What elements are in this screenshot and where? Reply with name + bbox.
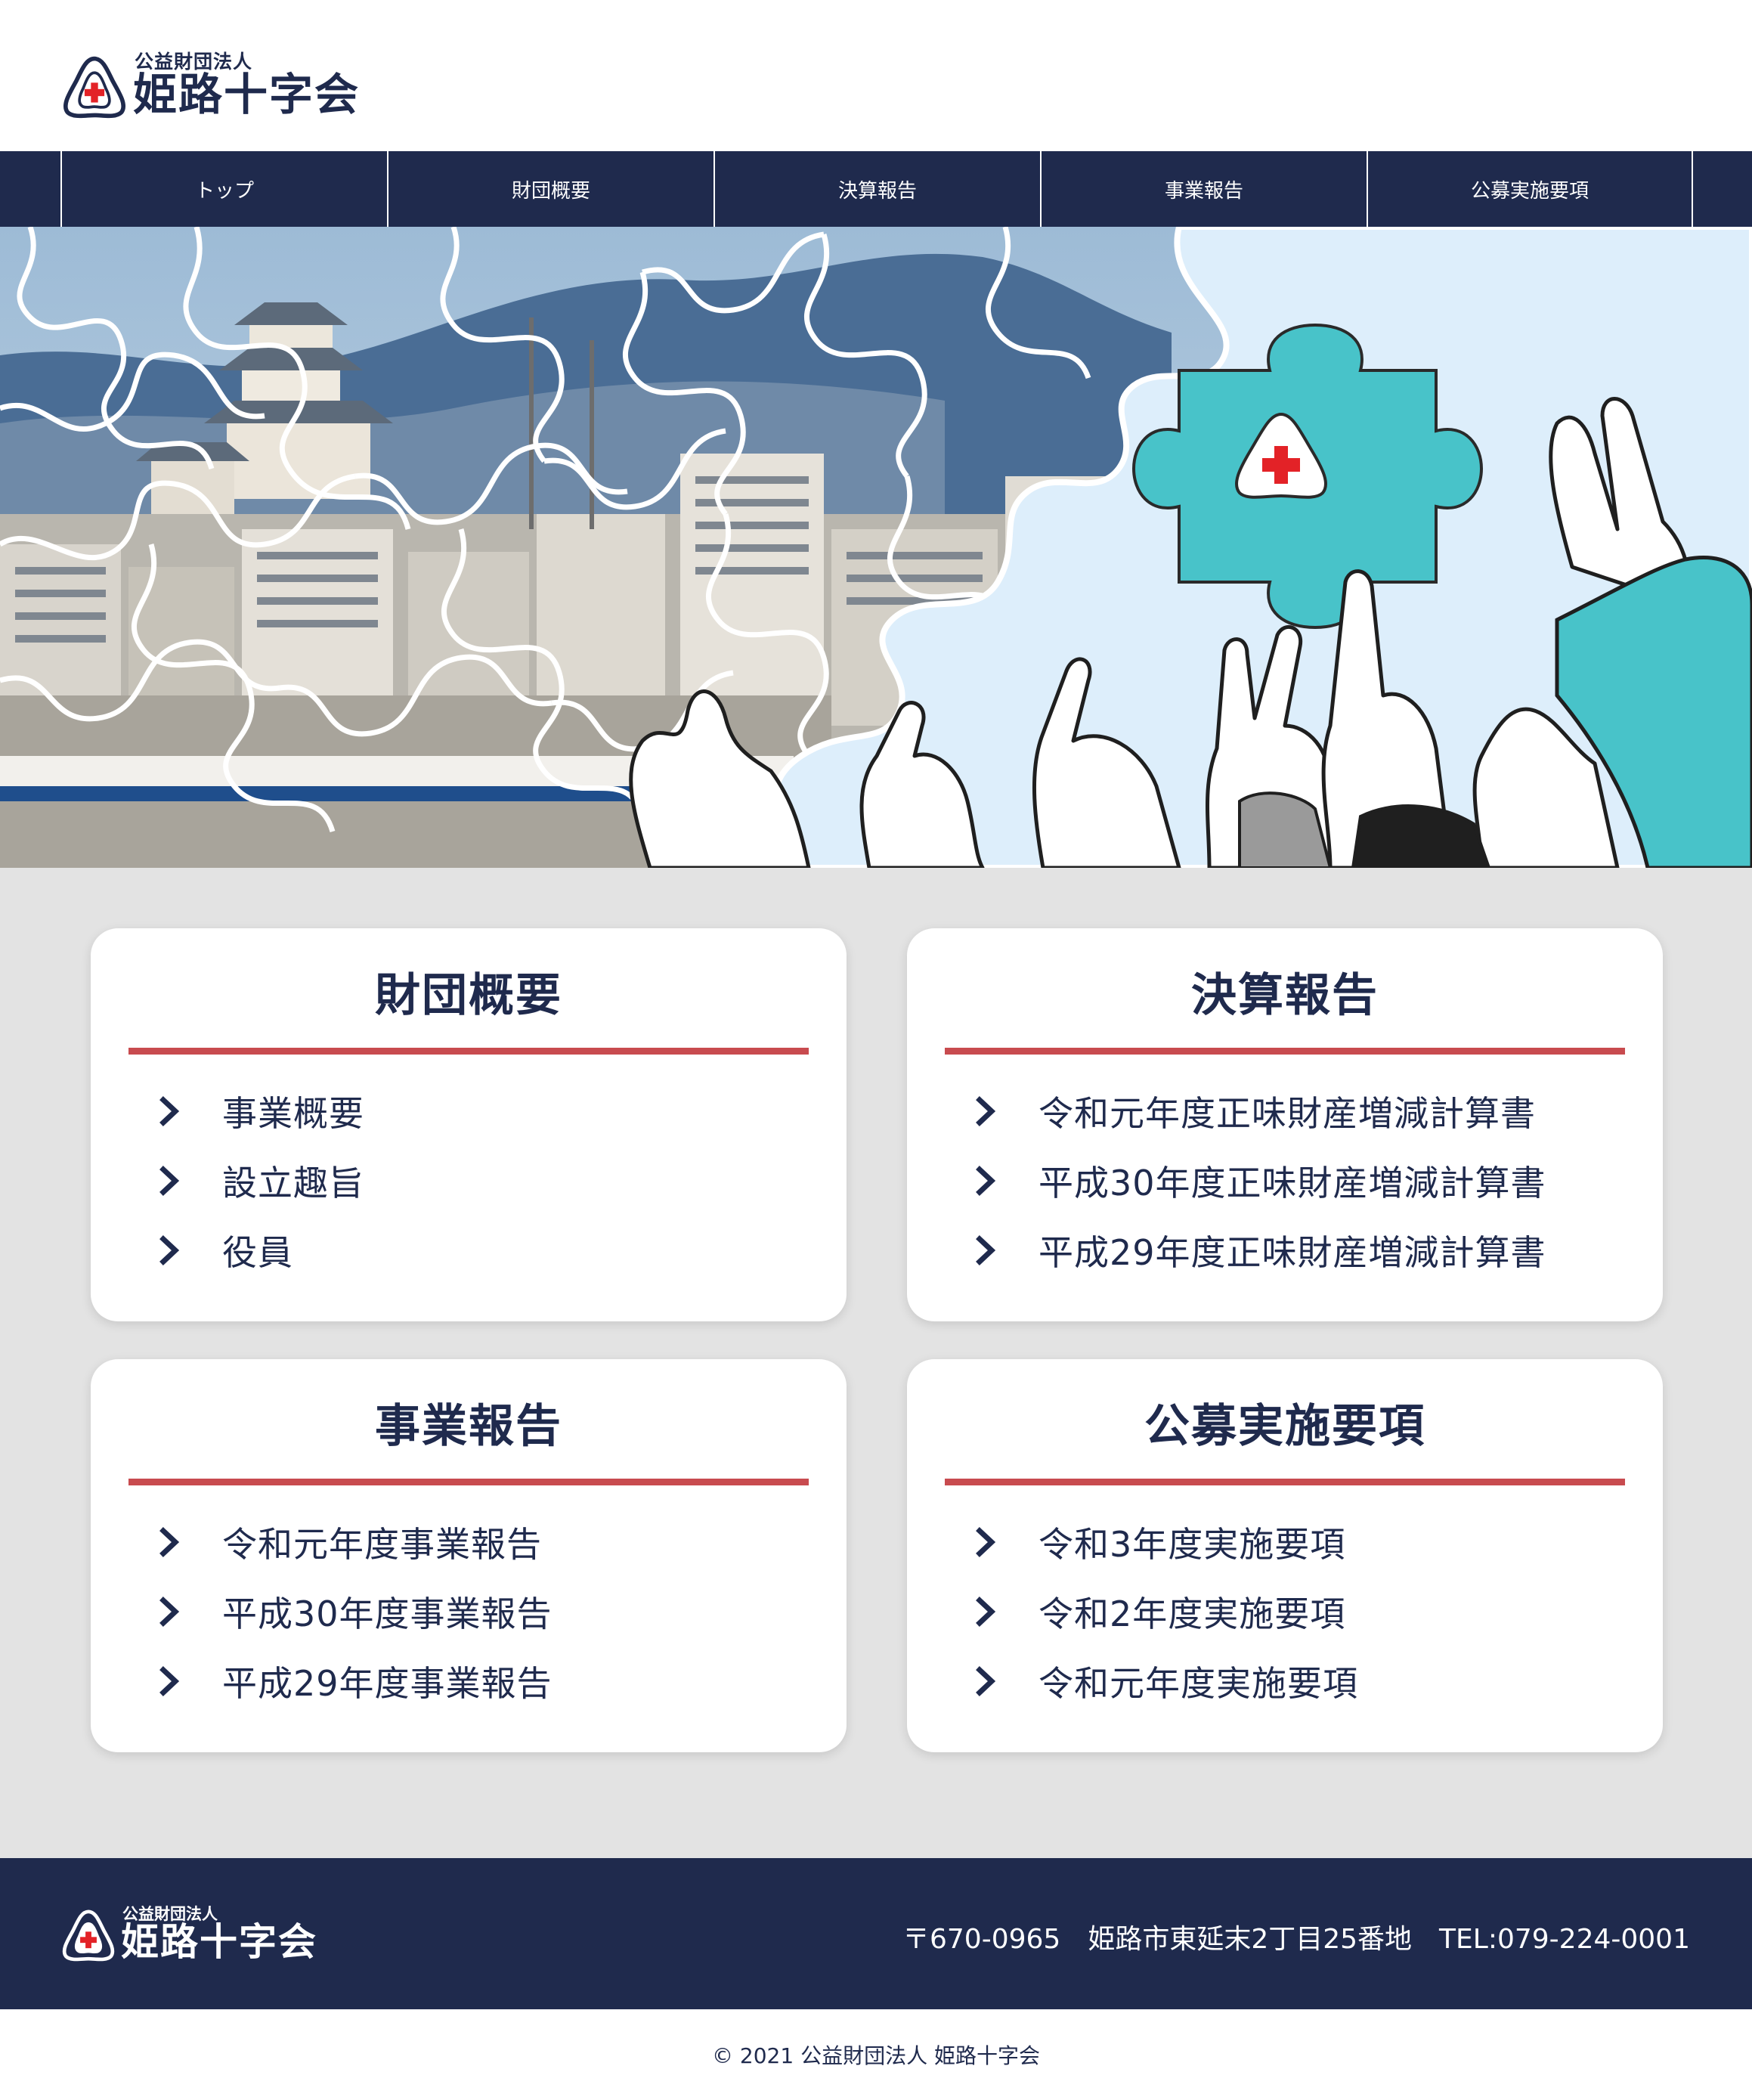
chevron-right-icon: [976, 1235, 996, 1265]
list-item[interactable]: 役員: [151, 1216, 364, 1285]
card-foundation-overview: 財団概要 事業概要 設立趣旨 役員: [91, 928, 847, 1321]
list-item-label: 設立趣旨: [222, 1163, 364, 1203]
footer-contact: 〒670-0965 姫路市東延末2丁目25番地 TEL:079-224-0001: [875, 1917, 1690, 1956]
chevron-right-icon: [976, 1527, 996, 1557]
card-business-report: 事業報告 令和元年度事業報告 平成30年度事業報告 平成29年度事業報告: [91, 1359, 847, 1752]
card-title: 決算報告: [1191, 969, 1379, 1022]
card-title: 財団概要: [375, 969, 562, 1022]
card-title: 事業報告: [375, 1400, 562, 1453]
card-divider: [128, 1479, 809, 1485]
card-title: 公募実施要項: [1144, 1400, 1425, 1453]
nav-item-foundation[interactable]: 財団概要: [387, 151, 713, 227]
list-item-label: 平成30年度正味財産増減計算書: [1039, 1163, 1546, 1203]
nav-item-public-offering[interactable]: 公募実施要項: [1367, 151, 1693, 227]
chevron-right-icon: [159, 1597, 180, 1627]
chevron-right-icon: [976, 1166, 996, 1196]
list-item[interactable]: 事業概要: [151, 1076, 364, 1146]
list-item[interactable]: 平成30年度正味財産増減計算書: [967, 1146, 1546, 1216]
site-footer: 公益財団法人 姫路十字会 〒670-0965 姫路市東延末2丁目25番地 TEL:0…: [0, 1858, 1752, 2009]
card-link-list: 令和3年度実施要項 令和2年度実施要項 令和元年度実施要項: [967, 1507, 1358, 1716]
list-item[interactable]: 令和元年度正味財産増減計算書: [967, 1076, 1546, 1146]
list-item[interactable]: 平成29年度正味財産増減計算書: [967, 1216, 1546, 1285]
list-item[interactable]: 設立趣旨: [151, 1146, 364, 1216]
list-item-label: 平成29年度正味財産増減計算書: [1039, 1232, 1546, 1273]
chevron-right-icon: [976, 1597, 996, 1627]
org-name: 姫路十字会: [133, 69, 361, 120]
nav-item-label: トップ: [194, 179, 254, 203]
list-item-label: 令和元年度正味財産増減計算書: [1039, 1093, 1536, 1134]
chevron-right-icon: [159, 1527, 180, 1557]
card-public-offering: 公募実施要項 令和3年度実施要項 令和2年度実施要項 令和元年度実施要項: [907, 1359, 1663, 1752]
nav-item-financial[interactable]: 決算報告: [713, 151, 1040, 227]
copyright-text: © 2021 公益財団法人 姫路十字会: [712, 2043, 1040, 2068]
chevron-right-icon: [976, 1096, 996, 1126]
cross-triangle-logo-icon: [62, 1910, 115, 1962]
copyright-bar: © 2021 公益財団法人 姫路十字会: [0, 2009, 1752, 2100]
list-item[interactable]: 平成29年度事業報告: [151, 1646, 553, 1716]
list-item-label: 令和2年度実施要項: [1039, 1594, 1346, 1634]
postal-code: 〒670-0965: [902, 1924, 1061, 1955]
footer-logo[interactable]: 公益財団法人 姫路十字会: [59, 1902, 331, 1970]
phone-number: TEL:079-224-0001: [1439, 1924, 1690, 1955]
list-item-label: 令和3年度実施要項: [1039, 1524, 1346, 1565]
chevron-right-icon: [976, 1666, 996, 1696]
address: 姫路市東延末2丁目25番地: [1088, 1924, 1413, 1955]
teal-puzzle-piece: [1131, 323, 1484, 630]
list-item[interactable]: 令和元年度実施要項: [967, 1646, 1358, 1716]
list-item[interactable]: 令和元年度事業報告: [151, 1507, 553, 1577]
chevron-right-icon: [159, 1166, 180, 1196]
cross-triangle-logo-icon: [63, 56, 126, 119]
list-item-label: 平成30年度事業報告: [222, 1594, 553, 1634]
chevron-right-icon: [159, 1235, 180, 1265]
list-item[interactable]: 令和2年度実施要項: [967, 1577, 1358, 1646]
list-item[interactable]: 平成30年度事業報告: [151, 1577, 553, 1646]
list-item-label: 事業概要: [222, 1093, 364, 1134]
card-link-list: 事業概要 設立趣旨 役員: [151, 1076, 364, 1285]
nav-item-label: 事業報告: [1164, 179, 1243, 203]
list-item-label: 令和元年度実施要項: [1039, 1663, 1358, 1704]
global-nav: トップ 財団概要 決算報告 事業報告 公募実施要項: [0, 151, 1752, 227]
list-item-label: 役員: [222, 1232, 293, 1273]
nav-item-business[interactable]: 事業報告: [1040, 151, 1367, 227]
nav-item-label: 決算報告: [837, 179, 917, 203]
site-header: 公益財団法人 姫路十字会: [0, 0, 1752, 151]
list-item-label: 令和元年度事業報告: [222, 1524, 542, 1565]
card-link-list: 令和元年度事業報告 平成30年度事業報告 平成29年度事業報告: [151, 1507, 553, 1716]
card-financial-report: 決算報告 令和元年度正味財産増減計算書 平成30年度正味財産増減計算書 平成29…: [907, 928, 1663, 1321]
card-link-list: 令和元年度正味財産増減計算書 平成30年度正味財産増減計算書 平成29年度正味財…: [967, 1076, 1546, 1285]
nav-item-label: 財団概要: [511, 179, 590, 203]
list-item[interactable]: 令和3年度実施要項: [967, 1507, 1358, 1577]
nav-item-label: 公募実施要項: [1470, 179, 1589, 203]
chevron-right-icon: [159, 1666, 180, 1696]
card-divider: [128, 1048, 809, 1055]
card-divider: [945, 1048, 1625, 1055]
list-item-label: 平成29年度事業報告: [222, 1663, 553, 1704]
site-logo[interactable]: 公益財団法人 姫路十字会: [59, 47, 376, 122]
hero-banner: [0, 227, 1752, 868]
chevron-right-icon: [159, 1096, 180, 1126]
hero-illustration: [0, 227, 1752, 868]
nav-item-top[interactable]: トップ: [60, 151, 387, 227]
org-name: 姫路十字会: [121, 1920, 317, 1964]
card-divider: [945, 1479, 1625, 1485]
